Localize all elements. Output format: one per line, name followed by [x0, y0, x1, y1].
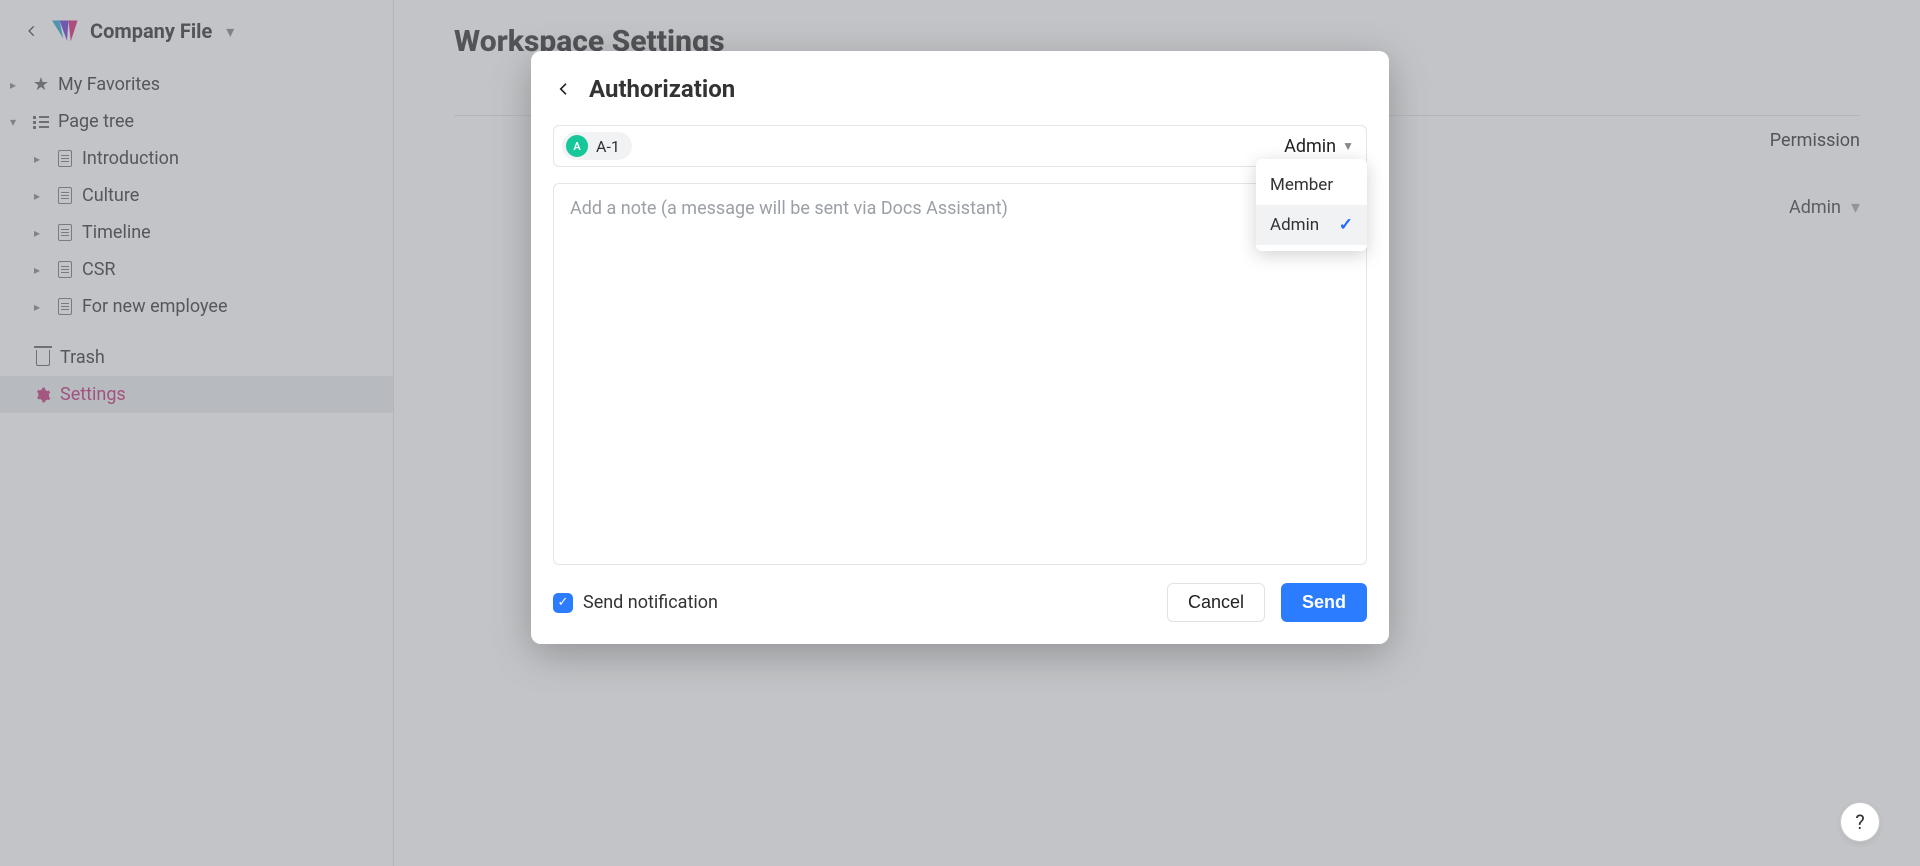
- user-role-row: A A-1 Admin ▼ Member Admin ✓: [553, 125, 1367, 167]
- modal-footer: ✓ Send notification Cancel Send: [553, 583, 1367, 622]
- avatar: A: [566, 135, 588, 157]
- send-notification-toggle[interactable]: ✓ Send notification: [553, 592, 718, 613]
- check-icon: ✓: [1339, 215, 1353, 235]
- send-button[interactable]: Send: [1281, 583, 1367, 622]
- note-textarea[interactable]: Add a note (a message will be sent via D…: [553, 183, 1367, 565]
- caret-down-icon: ▼: [1342, 139, 1354, 153]
- modal-title: Authorization: [589, 75, 735, 103]
- role-option-admin[interactable]: Admin ✓: [1256, 205, 1367, 245]
- help-button[interactable]: ?: [1840, 802, 1880, 842]
- back-icon[interactable]: [553, 78, 575, 100]
- authorization-modal: Authorization A A-1 Admin ▼ Member Admin…: [531, 51, 1389, 644]
- role-option-member[interactable]: Member: [1256, 165, 1367, 205]
- user-chip-label: A-1: [596, 137, 620, 156]
- role-dropdown: Member Admin ✓: [1256, 159, 1367, 251]
- note-placeholder: Add a note (a message will be sent via D…: [570, 198, 1008, 219]
- send-notification-label: Send notification: [583, 592, 718, 613]
- role-select-value: Admin: [1284, 136, 1336, 157]
- cancel-button[interactable]: Cancel: [1167, 583, 1265, 622]
- role-option-label: Member: [1270, 175, 1333, 195]
- checkbox-checked-icon[interactable]: ✓: [553, 593, 573, 613]
- role-option-label: Admin: [1270, 215, 1319, 235]
- modal-header: Authorization: [553, 75, 1367, 103]
- user-chip[interactable]: A A-1: [562, 132, 632, 160]
- help-icon: ?: [1855, 810, 1864, 834]
- modal-buttons: Cancel Send: [1167, 583, 1367, 622]
- role-select[interactable]: Admin ▼: [1284, 136, 1354, 157]
